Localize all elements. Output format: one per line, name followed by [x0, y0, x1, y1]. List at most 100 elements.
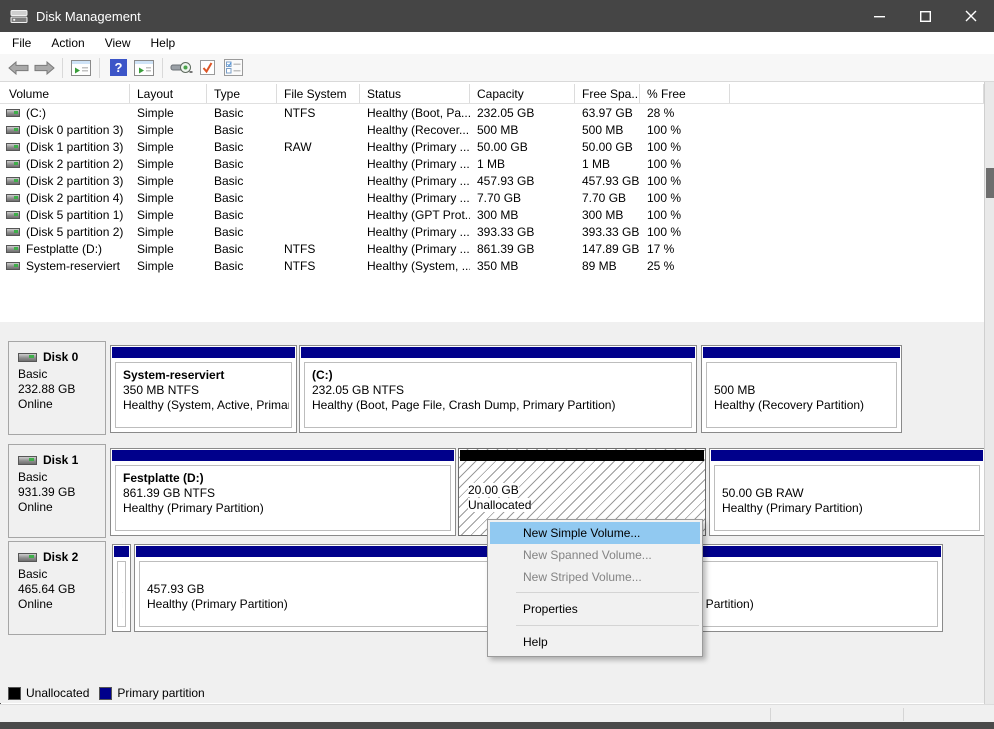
menu-file[interactable]: File	[2, 33, 41, 53]
primary-partition-bar	[301, 347, 695, 358]
vertical-scrollbar[interactable]	[984, 82, 994, 704]
cell-volume: (Disk 0 partition 3)	[26, 123, 123, 137]
minimize-button[interactable]	[856, 0, 902, 32]
column-header-capacity[interactable]: Capacity	[470, 84, 575, 103]
cell-type: Basic	[207, 259, 277, 273]
cell-pct-free: 28 %	[640, 106, 730, 120]
cell-file-system: NTFS	[277, 106, 360, 120]
volume-icon	[6, 126, 20, 134]
table-row[interactable]: Festplatte (D:) Simple Basic NTFS Health…	[0, 241, 984, 258]
column-header-layout[interactable]: Layout	[130, 84, 207, 103]
table-row[interactable]: (Disk 2 partition 3) Simple Basic Health…	[0, 173, 984, 190]
volume-icon	[6, 109, 20, 117]
cell-status: Healthy (Primary ...	[360, 225, 470, 239]
show-console-tree-icon[interactable]	[69, 56, 93, 80]
disk-status: Online	[18, 500, 105, 515]
cell-pct-free: 100 %	[640, 123, 730, 137]
check-disk-icon[interactable]	[195, 56, 219, 80]
partition-disk2-tiny[interactable]: 1 H	[112, 544, 131, 632]
cell-capacity: 861.39 GB	[470, 242, 575, 256]
menu-item-properties[interactable]: Properties	[490, 597, 700, 621]
cell-type: Basic	[207, 191, 277, 205]
partition-title	[122, 567, 123, 582]
close-button[interactable]	[948, 0, 994, 32]
cell-volume: (Disk 5 partition 2)	[26, 225, 123, 239]
disk-type: Basic	[18, 470, 105, 485]
menu-help[interactable]: Help	[141, 33, 186, 53]
column-header-status[interactable]: Status	[360, 84, 470, 103]
context-menu: New Simple Volume... New Spanned Volume.…	[487, 519, 703, 657]
table-row[interactable]: (Disk 2 partition 2) Simple Basic Health…	[0, 156, 984, 173]
cell-free-space: 1 MB	[575, 157, 640, 171]
cell-free-space: 63.97 GB	[575, 106, 640, 120]
app-disk-icon	[10, 9, 28, 24]
menu-action[interactable]: Action	[41, 33, 94, 53]
legend-swatch-primary	[99, 687, 112, 700]
cell-volume: (Disk 1 partition 3)	[26, 140, 123, 154]
forward-arrow-icon[interactable]	[32, 56, 56, 80]
cell-type: Basic	[207, 140, 277, 154]
cell-pct-free: 17 %	[640, 242, 730, 256]
table-row[interactable]: (Disk 1 partition 3) Simple Basic RAW He…	[0, 139, 984, 156]
volume-list-pane: Volume Layout Type File System Status Ca…	[0, 82, 984, 322]
cell-type: Basic	[207, 242, 277, 256]
scrollbar-thumb[interactable]	[986, 168, 994, 198]
partition-size: 350 MB NTFS	[123, 383, 289, 398]
show-action-pane-icon[interactable]	[132, 56, 156, 80]
partition-size: 50.00 GB RAW	[722, 486, 977, 501]
partition-recovery[interactable]: 500 MB Healthy (Recovery Partition)	[701, 345, 902, 433]
back-arrow-icon[interactable]	[6, 56, 30, 80]
partition-festplatte-d[interactable]: Festplatte (D:) 861.39 GB NTFS Healthy (…	[110, 448, 456, 536]
disk-name: Disk 2	[43, 550, 78, 564]
cell-status: Healthy (Primary ...	[360, 140, 470, 154]
partition-raw[interactable]: 50.00 GB RAW Healthy (Primary Partition)	[709, 448, 985, 536]
cell-pct-free: 100 %	[640, 157, 730, 171]
disk-label-disk0[interactable]: Disk 0 Basic 232.88 GB Online	[8, 341, 106, 435]
table-row[interactable]: System-reserviert Simple Basic NTFS Heal…	[0, 258, 984, 275]
disk-label-disk1[interactable]: Disk 1 Basic 931.39 GB Online	[8, 444, 106, 538]
volume-icon	[6, 262, 20, 270]
cell-layout: Simple	[130, 259, 207, 273]
cell-capacity: 1 MB	[470, 157, 575, 171]
cell-free-space: 500 MB	[575, 123, 640, 137]
menu-view[interactable]: View	[95, 33, 141, 53]
task-list-icon[interactable]	[221, 56, 245, 80]
cell-status: Healthy (GPT Prot...	[360, 208, 470, 222]
cell-volume: System-reserviert	[26, 259, 120, 273]
table-row[interactable]: (Disk 2 partition 4) Simple Basic Health…	[0, 190, 984, 207]
cell-file-system: RAW	[277, 140, 360, 154]
menu-item-help[interactable]: Help	[490, 630, 700, 654]
disk-size: 465.64 GB	[18, 582, 105, 597]
column-header-pct-free[interactable]: % Free	[640, 84, 730, 103]
menu-item-new-spanned-volume: New Spanned Volume...	[490, 544, 700, 566]
volume-icon	[6, 160, 20, 168]
cell-volume: (Disk 2 partition 4)	[26, 191, 123, 205]
disk-label-disk2[interactable]: Disk 2 Basic 465.64 GB Online	[8, 541, 106, 635]
partition-c-drive[interactable]: (C:) 232.05 GB NTFS Healthy (Boot, Page …	[299, 345, 697, 433]
column-header-volume[interactable]: Volume	[2, 84, 130, 103]
partition-system-reserviert[interactable]: System-reserviert 350 MB NTFS Healthy (S…	[110, 345, 297, 433]
table-row[interactable]: (Disk 0 partition 3) Simple Basic Health…	[0, 122, 984, 139]
maximize-button[interactable]	[902, 0, 948, 32]
disk-name: Disk 1	[43, 453, 78, 467]
cell-type: Basic	[207, 208, 277, 222]
volume-icon	[6, 228, 20, 236]
cell-volume: (Disk 2 partition 2)	[26, 157, 123, 171]
table-row[interactable]: (Disk 5 partition 1) Simple Basic Health…	[0, 207, 984, 224]
volume-icon	[6, 245, 20, 253]
legend-swatch-unallocated	[8, 687, 21, 700]
help-icon[interactable]: ?	[106, 56, 130, 80]
status-separator	[770, 708, 771, 721]
column-header-type[interactable]: Type	[207, 84, 277, 103]
column-header-free-space[interactable]: Free Spa...	[575, 84, 640, 103]
export-list-icon[interactable]	[169, 56, 193, 80]
menu-item-new-simple-volume[interactable]: New Simple Volume...	[490, 522, 700, 544]
column-header-file-system[interactable]: File System	[277, 84, 360, 103]
table-row[interactable]: (C:) Simple Basic NTFS Healthy (Boot, Pa…	[0, 105, 984, 122]
cell-pct-free: 25 %	[640, 259, 730, 273]
disk-icon	[18, 353, 37, 362]
window-title: Disk Management	[36, 9, 141, 24]
table-row[interactable]: (Disk 5 partition 2) Simple Basic Health…	[0, 224, 984, 241]
title-bar: Disk Management	[0, 0, 994, 32]
volume-icon	[6, 211, 20, 219]
